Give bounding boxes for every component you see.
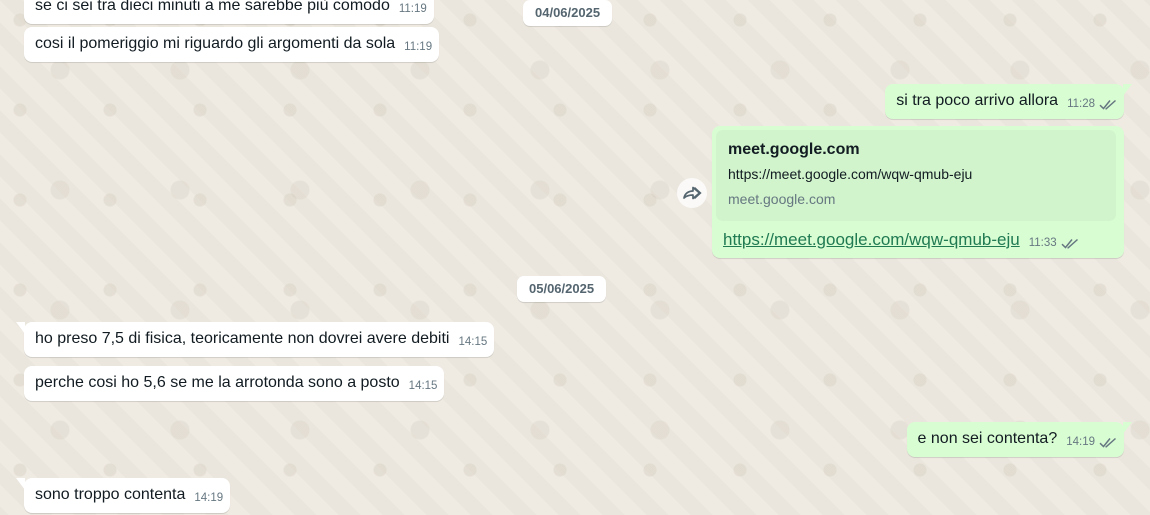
message-text: sono troppo contenta: [35, 486, 186, 503]
message-meta: 14:15: [458, 332, 487, 353]
double-check-icon: [1099, 437, 1116, 448]
date-separator: 04/06/2025: [523, 0, 613, 26]
message-time: 14:15: [458, 336, 488, 348]
double-check-icon: [1099, 99, 1116, 110]
message-time: 11:28: [1067, 98, 1095, 110]
message-time: 14:15: [408, 380, 438, 392]
message-time: 11:33: [1028, 237, 1057, 249]
link-preview-domain: meet.google.com: [728, 191, 836, 207]
outgoing-message[interactable]: si tra poco arrivo allora 11:28: [885, 84, 1132, 119]
incoming-message[interactable]: ho preso 7,5 di fisica, teoricamente non…: [15, 322, 495, 357]
message-meta: 14:15: [409, 376, 438, 397]
outgoing-message[interactable]: e non sei contenta? 14:19: [906, 422, 1133, 457]
link-preview-title: meet.google.com: [728, 141, 860, 158]
message-meta: 11:19: [399, 0, 427, 20]
message-text: cosi il pomeriggio mi riguardo gli argom…: [35, 35, 396, 52]
chat-conversation: se ci sei tra dieci minuti a me sarebbe …: [0, 0, 1150, 515]
message-text: se ci sei tra dieci minuti a me sarebbe …: [35, 0, 390, 14]
forward-icon: [683, 186, 702, 200]
message-meta: 11:28: [1067, 94, 1117, 115]
message-time: 11:19: [404, 41, 433, 53]
forward-button[interactable]: [677, 178, 707, 208]
incoming-message[interactable]: se ci sei tra dieci minuti a me sarebbe …: [24, 0, 434, 24]
message-meta: 14:19: [194, 488, 223, 509]
message-text: si tra poco arrivo allora: [896, 92, 1059, 109]
date-separator: 05/06/2025: [517, 276, 607, 302]
double-check-icon: [1061, 238, 1078, 249]
message-text: perche cosi ho 5,6 se me la arrotonda so…: [35, 374, 400, 391]
message-time: 14:19: [194, 492, 224, 504]
message-meta: 11:19: [404, 37, 432, 58]
message-text: e non sei contenta?: [917, 430, 1058, 447]
outgoing-link-message[interactable]: meet.google.com https://meet.google.com/…: [712, 126, 1124, 258]
message-meta: 11:33: [1029, 233, 1079, 254]
message-text: ho preso 7,5 di fisica, teoricamente non…: [35, 330, 450, 347]
incoming-message[interactable]: perche cosi ho 5,6 se me la arrotonda so…: [24, 366, 445, 401]
link-preview-url: https://meet.google.com/wqw-qmub-eju: [728, 166, 973, 182]
link-preview[interactable]: meet.google.com https://meet.google.com/…: [716, 130, 1116, 221]
incoming-message[interactable]: cosi il pomeriggio mi riguardo gli argom…: [24, 27, 440, 62]
incoming-message[interactable]: sono troppo contenta 14:19: [15, 478, 231, 513]
message-link[interactable]: https://meet.google.com/wqw-qmub-eju: [723, 229, 1020, 250]
message-time: 14:19: [1066, 436, 1095, 448]
message-meta: 14:19: [1066, 432, 1117, 453]
message-time: 11:19: [398, 3, 427, 15]
